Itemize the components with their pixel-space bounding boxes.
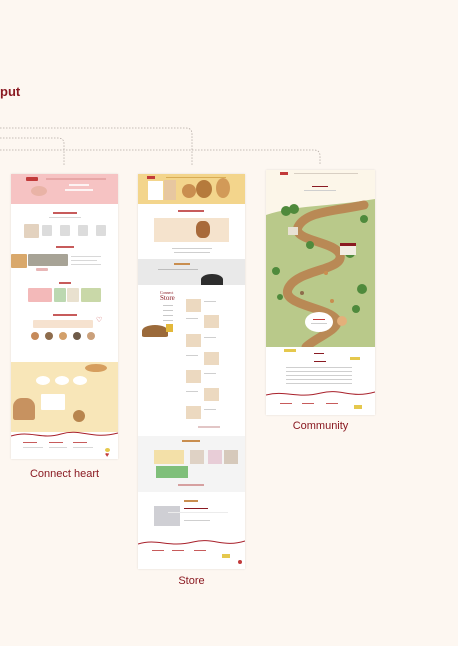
store-thumbnail[interactable]: Connect Store	[138, 174, 245, 569]
community-board	[266, 347, 375, 415]
product-band	[138, 436, 245, 492]
store-heading: Connect Store	[160, 290, 175, 302]
yellow-feature-section	[11, 362, 118, 432]
site-logo	[147, 176, 155, 179]
content-image	[28, 288, 52, 302]
community-caption: Community	[292, 420, 349, 432]
connect-heart-caption: Connect heart	[29, 468, 100, 480]
content-image	[154, 506, 180, 526]
gray-banner	[138, 259, 245, 285]
footer: ♥	[11, 431, 118, 459]
connect-hero-banner	[11, 174, 118, 204]
section-title-bar	[53, 212, 77, 214]
store-hero-banner	[138, 174, 245, 204]
content-image	[24, 224, 39, 238]
content-image	[11, 254, 27, 268]
dog-illustration	[13, 398, 35, 420]
community-map	[266, 197, 375, 347]
connect-heart-thumbnail[interactable]: ♡ ♥	[11, 174, 118, 459]
cat-illustration	[201, 274, 223, 285]
dog-illustration	[142, 325, 168, 337]
content-image	[28, 254, 68, 266]
content-image	[154, 218, 229, 242]
nav-bar	[166, 177, 226, 178]
nav-bar	[46, 178, 106, 180]
heart-icon: ♡	[96, 317, 103, 324]
dog-illustration	[31, 186, 47, 196]
community-thumbnail[interactable]	[266, 170, 375, 415]
store-caption: Store	[178, 575, 205, 587]
community-header	[266, 170, 375, 197]
site-logo	[26, 177, 38, 181]
